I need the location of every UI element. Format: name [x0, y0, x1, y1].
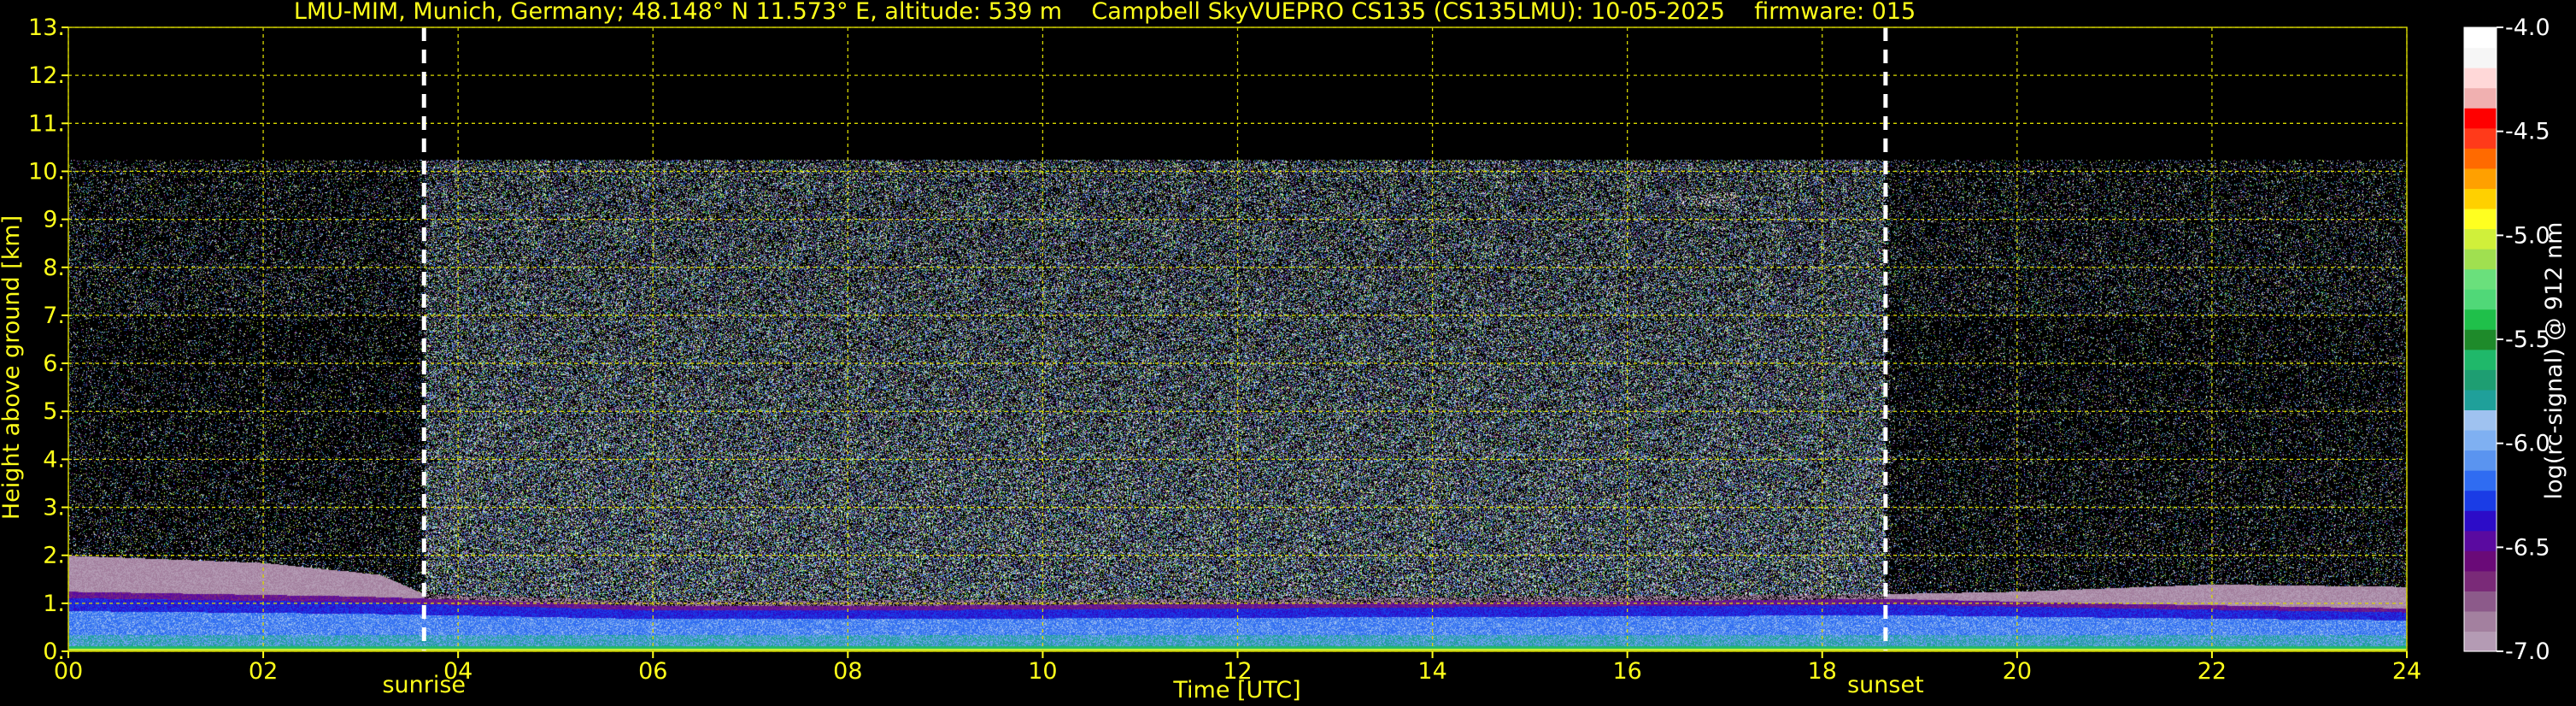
colorbar-swatch [2464, 510, 2497, 532]
colorbar-swatch [2464, 309, 2497, 330]
y-tick-label: 12. [28, 62, 65, 89]
x-tick-label: 16 [1612, 658, 1641, 685]
x-tick-label: 08 [833, 658, 862, 685]
y-tick-label: 13. [28, 15, 65, 41]
colorbar-swatch [2464, 47, 2497, 68]
x-tick-label: 24 [2392, 658, 2421, 685]
y-tick-label: 6. [43, 350, 65, 377]
colorbar-swatch [2464, 87, 2497, 109]
y-tick-label: 0. [43, 638, 65, 665]
colorbar-swatch [2464, 409, 2497, 431]
colorbar-tick-label: -4.0 [2505, 15, 2550, 41]
colorbar-tick-label: -6.5 [2505, 534, 2550, 561]
y-axis-label: Height above ground [km] [0, 215, 25, 520]
colorbar-swatch [2464, 329, 2497, 350]
y-tick-label: 4. [43, 446, 65, 473]
colorbar-label: log(rc-signal) @ 912 nm [2541, 222, 2567, 500]
colorbar-swatch [2464, 148, 2497, 169]
y-tick-label: 5. [43, 398, 65, 425]
y-tick-label: 11. [28, 110, 65, 137]
colorbar-swatch [2464, 188, 2497, 209]
colorbar-swatch [2464, 228, 2497, 250]
chart: sunrise sunset 00 02 04 06 08 10 12 14 16 18 20 22 24… [0, 0, 2576, 706]
colorbar-swatch [2464, 268, 2497, 290]
plot-area [68, 27, 2407, 651]
x-tick-label: 02 [249, 658, 278, 685]
x-tick-label: 04 [443, 658, 472, 685]
colorbar-swatch [2464, 108, 2497, 129]
colorbar-swatch [2464, 389, 2497, 411]
y-tick-label: 1. [43, 591, 65, 617]
backscatter-heatmap [68, 27, 2407, 651]
y-tick-label: 3. [43, 495, 65, 521]
colorbar-swatch [2464, 68, 2497, 89]
colorbar-swatch [2464, 289, 2497, 310]
colorbar-swatch [2464, 490, 2497, 511]
x-tick-label: 18 [1808, 658, 1837, 685]
y-tick-label: 7. [43, 303, 65, 329]
colorbar-tick-label: -4.5 [2505, 119, 2550, 145]
colorbar-tick-label: -7.0 [2505, 638, 2550, 665]
colorbar-swatch [2464, 591, 2497, 612]
y-tick-label: 2. [43, 543, 65, 569]
x-tick-label: 22 [2198, 658, 2227, 685]
chart-title: LMU-MIM, Munich, Germany; 48.148° N 11.5… [294, 0, 1916, 25]
colorbar-swatch [2464, 550, 2497, 572]
colorbar-swatch [2464, 27, 2497, 49]
colorbar-swatch [2464, 610, 2497, 632]
colorbar-swatch [2464, 470, 2497, 491]
colorbar-swatch [2464, 208, 2497, 230]
colorbar-swatch [2464, 429, 2497, 451]
colorbar-swatch [2464, 127, 2497, 149]
colorbar-swatch [2464, 570, 2497, 591]
colorbar-swatch [2464, 530, 2497, 551]
x-tick-label: 14 [1417, 658, 1446, 685]
colorbar-swatch [2464, 249, 2497, 270]
colorbar-swatch [2464, 369, 2497, 391]
x-tick-label: 10 [1028, 658, 1057, 685]
colorbar-swatch [2464, 168, 2497, 189]
y-tick-label: 8. [43, 255, 65, 281]
y-tick-label: 9. [43, 207, 65, 233]
x-tick-label: 06 [638, 658, 667, 685]
x-tick-label: 20 [2003, 658, 2032, 685]
colorbar-swatch [2464, 349, 2497, 370]
x-axis-label: Time [UTC] [1172, 677, 1300, 703]
colorbar-swatch [2464, 631, 2497, 652]
colorbar-swatch [2464, 450, 2497, 471]
sunset-label: sunset [1847, 672, 1924, 698]
y-tick-label: 10. [28, 158, 65, 185]
